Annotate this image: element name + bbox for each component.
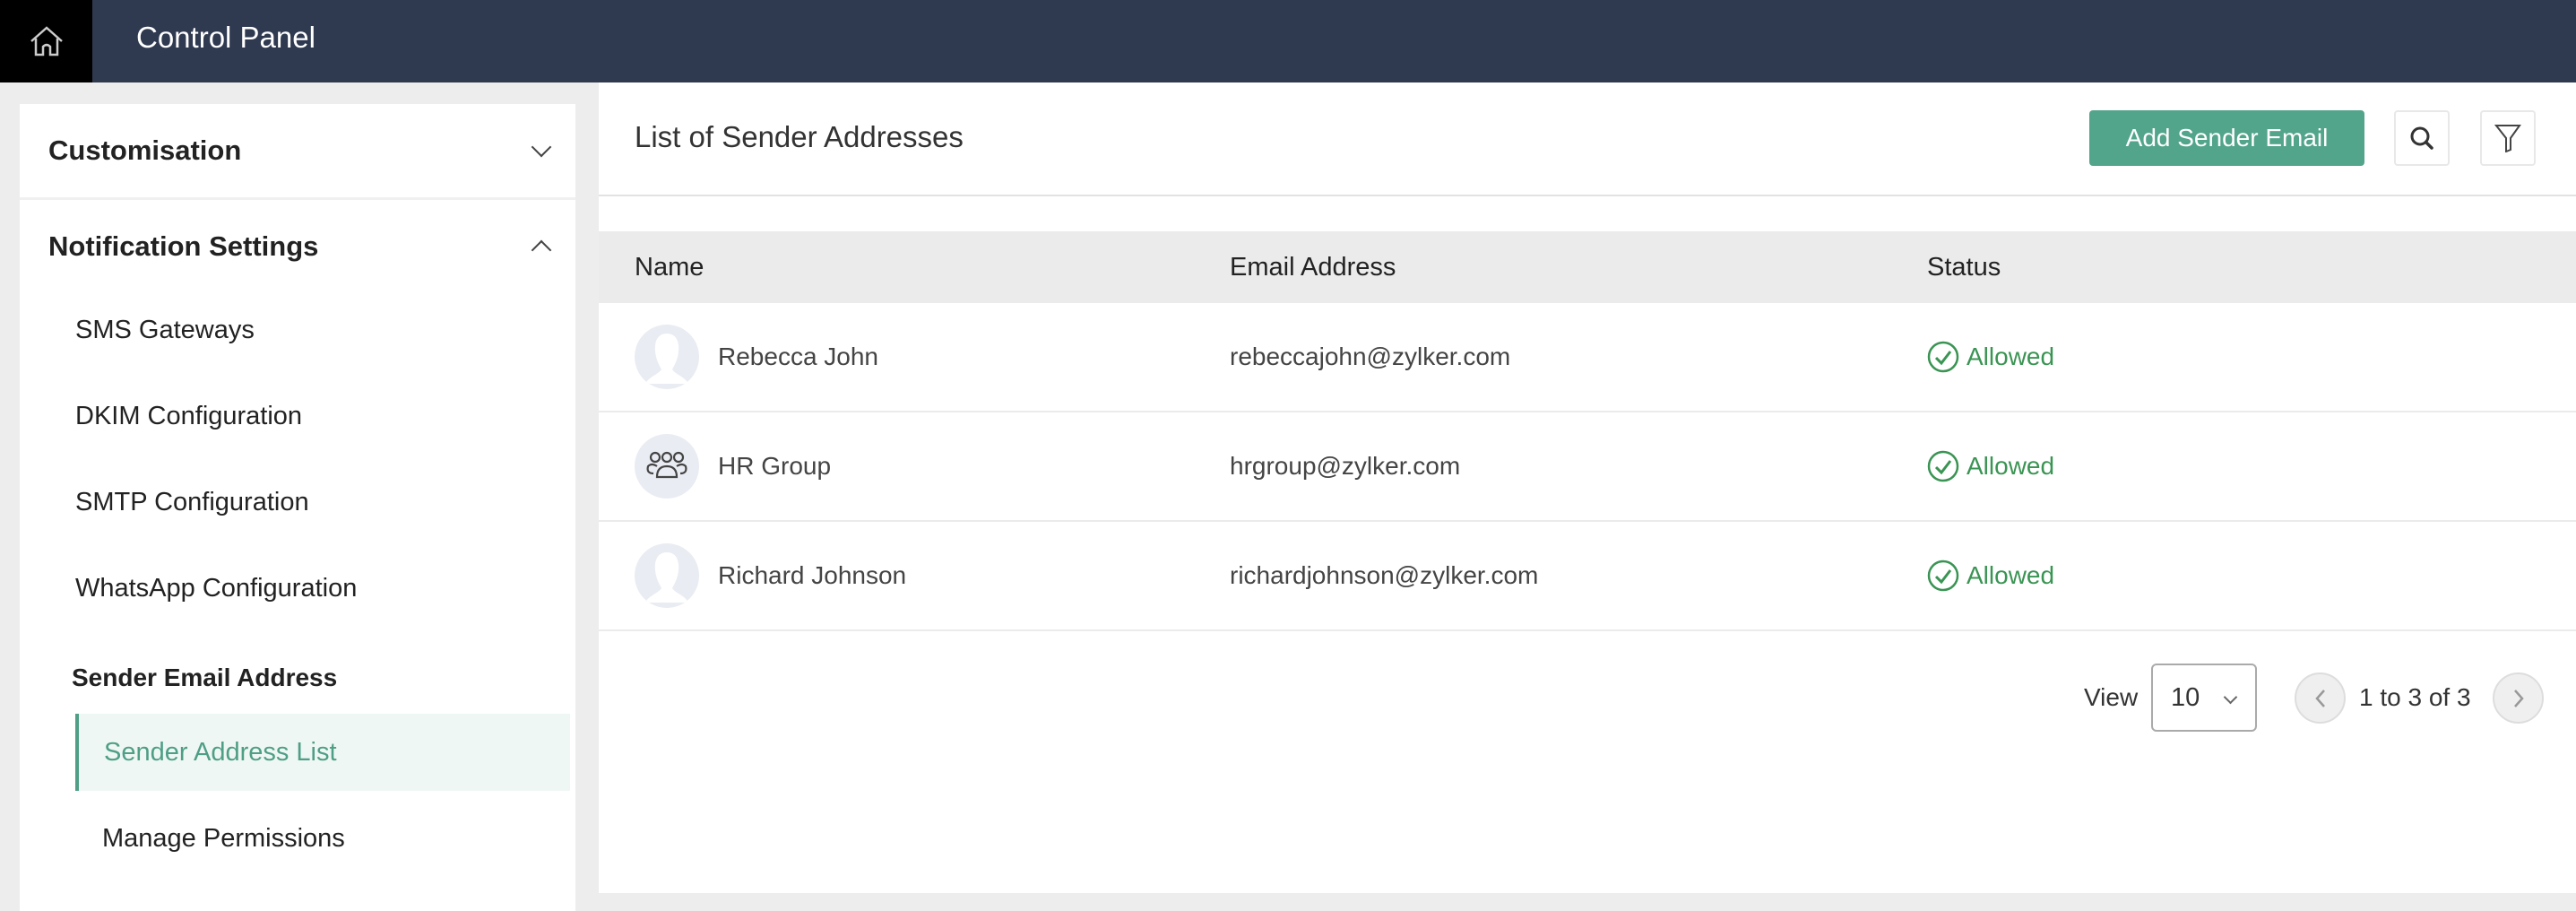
chevron-right-icon: [2513, 689, 2524, 707]
column-header-email[interactable]: Email Address: [1230, 231, 1396, 303]
sidebar-item-whatsapp-configuration[interactable]: WhatsApp Configuration: [75, 574, 357, 603]
home-button[interactable]: [0, 0, 92, 82]
sender-table: Name Email Address Status Rebecca John r…: [599, 231, 2576, 631]
page-size-value: 10: [2171, 682, 2200, 712]
pagination: View 10 1 to 3 of 3: [599, 664, 2576, 732]
page-size-select[interactable]: 10: [2151, 664, 2257, 732]
sidebar-item-smtp-configuration[interactable]: SMTP Configuration: [75, 488, 309, 517]
table-row[interactable]: Rebecca John rebeccajohn@zylker.com Allo…: [599, 303, 2576, 412]
view-label: View: [2084, 683, 2139, 711]
section-notification-settings[interactable]: Notification Settings: [20, 200, 575, 293]
sidebar-item-sms-gateways[interactable]: SMS Gateways: [75, 316, 255, 345]
sidebar-card: Customisation Notification Settings SMS …: [20, 104, 575, 911]
chevron-down-icon: [2223, 690, 2238, 705]
filter-button[interactable]: [2480, 110, 2536, 166]
app-title: Control Panel: [136, 21, 316, 54]
status-badge: Allowed: [1927, 303, 2054, 411]
row-name: Rebecca John: [718, 343, 879, 370]
page-title: List of Sender Addresses: [635, 120, 964, 153]
row-name: Richard Johnson: [718, 561, 907, 589]
search-button[interactable]: [2394, 110, 2450, 166]
section-label: Customisation: [48, 134, 242, 166]
user-avatar: [635, 543, 699, 608]
chevron-left-icon: [2314, 689, 2325, 707]
header-divider: [599, 195, 2576, 196]
sidebar-item-sender-address-list[interactable]: Sender Address List: [75, 714, 570, 791]
search-icon: [2410, 126, 2433, 150]
section-customisation[interactable]: Customisation: [20, 104, 575, 197]
sidebar: Customisation Notification Settings SMS …: [0, 82, 598, 911]
section-label: Notification Settings: [48, 230, 319, 262]
user-silhouette-icon: [645, 334, 688, 384]
status-text: Allowed: [1967, 561, 2055, 589]
next-page-button[interactable]: [2493, 672, 2544, 724]
column-header-name[interactable]: Name: [635, 231, 704, 303]
prev-page-button[interactable]: [2295, 672, 2346, 724]
table-row[interactable]: HR Group hrgroup@zylker.com Allowed: [599, 412, 2576, 522]
row-email: rebeccajohn@zylker.com: [1230, 343, 1511, 370]
top-bar: Control Panel: [0, 0, 2576, 82]
group-avatar: [635, 434, 699, 499]
sidebar-group-sender-email-address: Sender Email Address: [72, 664, 338, 691]
status-text: Allowed: [1967, 343, 2055, 370]
sidebar-item-dkim-configuration[interactable]: DKIM Configuration: [75, 402, 302, 431]
chevron-down-icon: [531, 136, 552, 158]
check-circle-icon: [1927, 341, 1959, 373]
home-icon: [30, 26, 63, 56]
sidebar-item-manage-permissions[interactable]: Manage Permissions: [75, 800, 570, 877]
group-icon: [646, 451, 687, 479]
table-header: Name Email Address Status: [599, 231, 2576, 303]
filter-icon: [2494, 125, 2521, 152]
user-avatar: [635, 325, 699, 389]
status-badge: Allowed: [1927, 522, 2054, 629]
user-silhouette-icon: [645, 552, 688, 603]
check-circle-icon: [1927, 450, 1959, 482]
page-range: 1 to 3 of 3: [2359, 683, 2471, 711]
main-content: List of Sender Addresses Add Sender Emai…: [599, 82, 2576, 893]
check-circle-icon: [1927, 560, 1959, 592]
chevron-up-icon: [531, 239, 552, 261]
column-header-status[interactable]: Status: [1927, 231, 2001, 303]
add-sender-email-button[interactable]: Add Sender Email: [2089, 110, 2364, 166]
status-badge: Allowed: [1927, 412, 2054, 520]
row-email: richardjohnson@zylker.com: [1230, 561, 1539, 589]
table-row[interactable]: Richard Johnson richardjohnson@zylker.co…: [599, 522, 2576, 631]
status-text: Allowed: [1967, 452, 2055, 480]
row-name: HR Group: [718, 452, 832, 480]
row-email: hrgroup@zylker.com: [1230, 452, 1461, 480]
